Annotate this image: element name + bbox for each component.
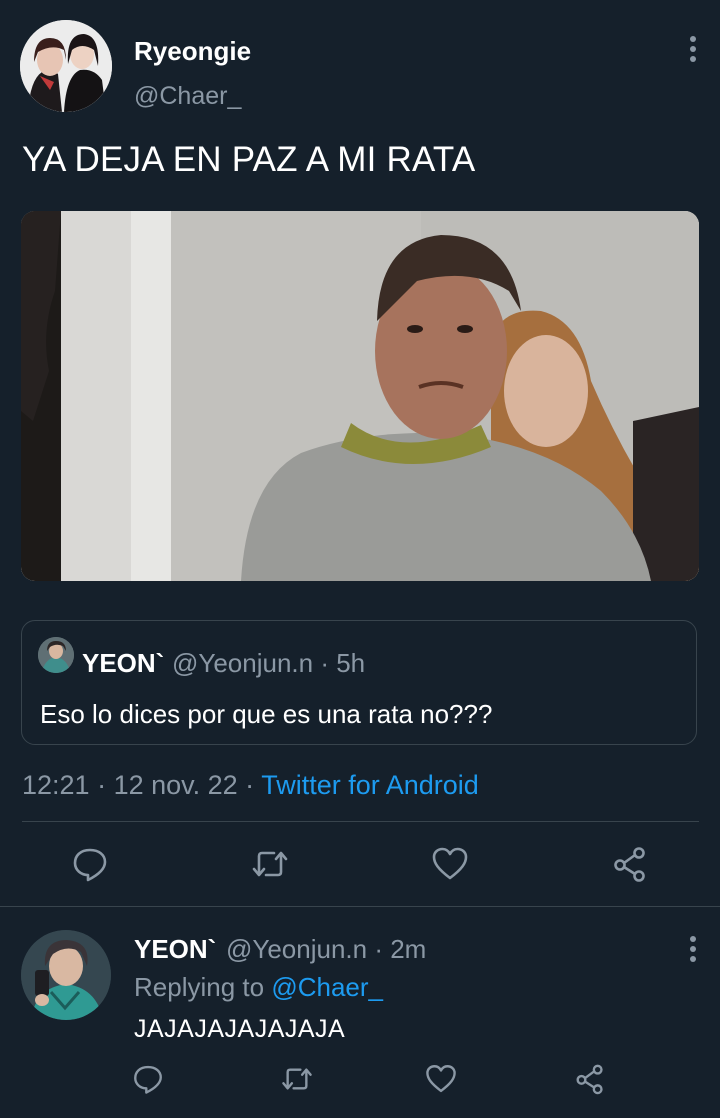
quoted-tweet-card[interactable]: YEON` @Yeonjun.n · 5h Eso lo dices por q… [21, 620, 697, 745]
author-handle[interactable]: @Chaer_ [134, 82, 241, 111]
quoted-author-meta: @Yeonjun.n · 5h [172, 648, 366, 678]
reply-icon[interactable] [70, 844, 110, 884]
tweet-time: 12:21 [22, 770, 90, 800]
retweet-icon[interactable] [280, 1062, 314, 1096]
author-avatar[interactable] [20, 20, 112, 112]
divider-meta [22, 821, 699, 822]
share-icon[interactable] [573, 1062, 607, 1096]
quoted-author-display-name[interactable]: YEON` [82, 648, 164, 679]
reply-author-display-name[interactable]: YEON` [134, 934, 216, 965]
reply-icon[interactable] [131, 1062, 165, 1096]
reply-text: JAJAJAJAJAJAJA [134, 1015, 346, 1043]
like-icon[interactable] [424, 1062, 458, 1096]
divider-section [0, 906, 720, 907]
retweet-icon[interactable] [250, 844, 290, 884]
share-icon[interactable] [610, 844, 650, 884]
replying-to-label: Replying to [134, 972, 265, 1002]
tweet-date: · 12 nov. 22 · [97, 770, 255, 800]
author-display-name[interactable]: Ryeongie [134, 36, 251, 67]
replying-to-mention[interactable]: @Chaer_ [271, 972, 383, 1002]
quoted-tweet-text: Eso lo dices por que es una rata no??? [40, 699, 493, 729]
tweet-text: YA DEJA EN PAZ A MI RATA [22, 140, 476, 179]
reply-author-avatar[interactable] [21, 930, 111, 1020]
quoted-author-avatar[interactable] [38, 637, 74, 673]
more-vertical-icon[interactable] [680, 934, 706, 964]
tweet-meta-line: 12:21 · 12 nov. 22 · Twitter for Android [22, 770, 479, 801]
replying-to-line: Replying to @Chaer_ [134, 972, 383, 1003]
tweet-media-image[interactable] [21, 211, 699, 581]
more-vertical-icon[interactable] [680, 34, 706, 64]
reply-author-meta: @Yeonjun.n · 2m [226, 934, 427, 964]
tweet-source-link[interactable]: Twitter for Android [261, 770, 479, 800]
like-icon[interactable] [430, 844, 470, 884]
